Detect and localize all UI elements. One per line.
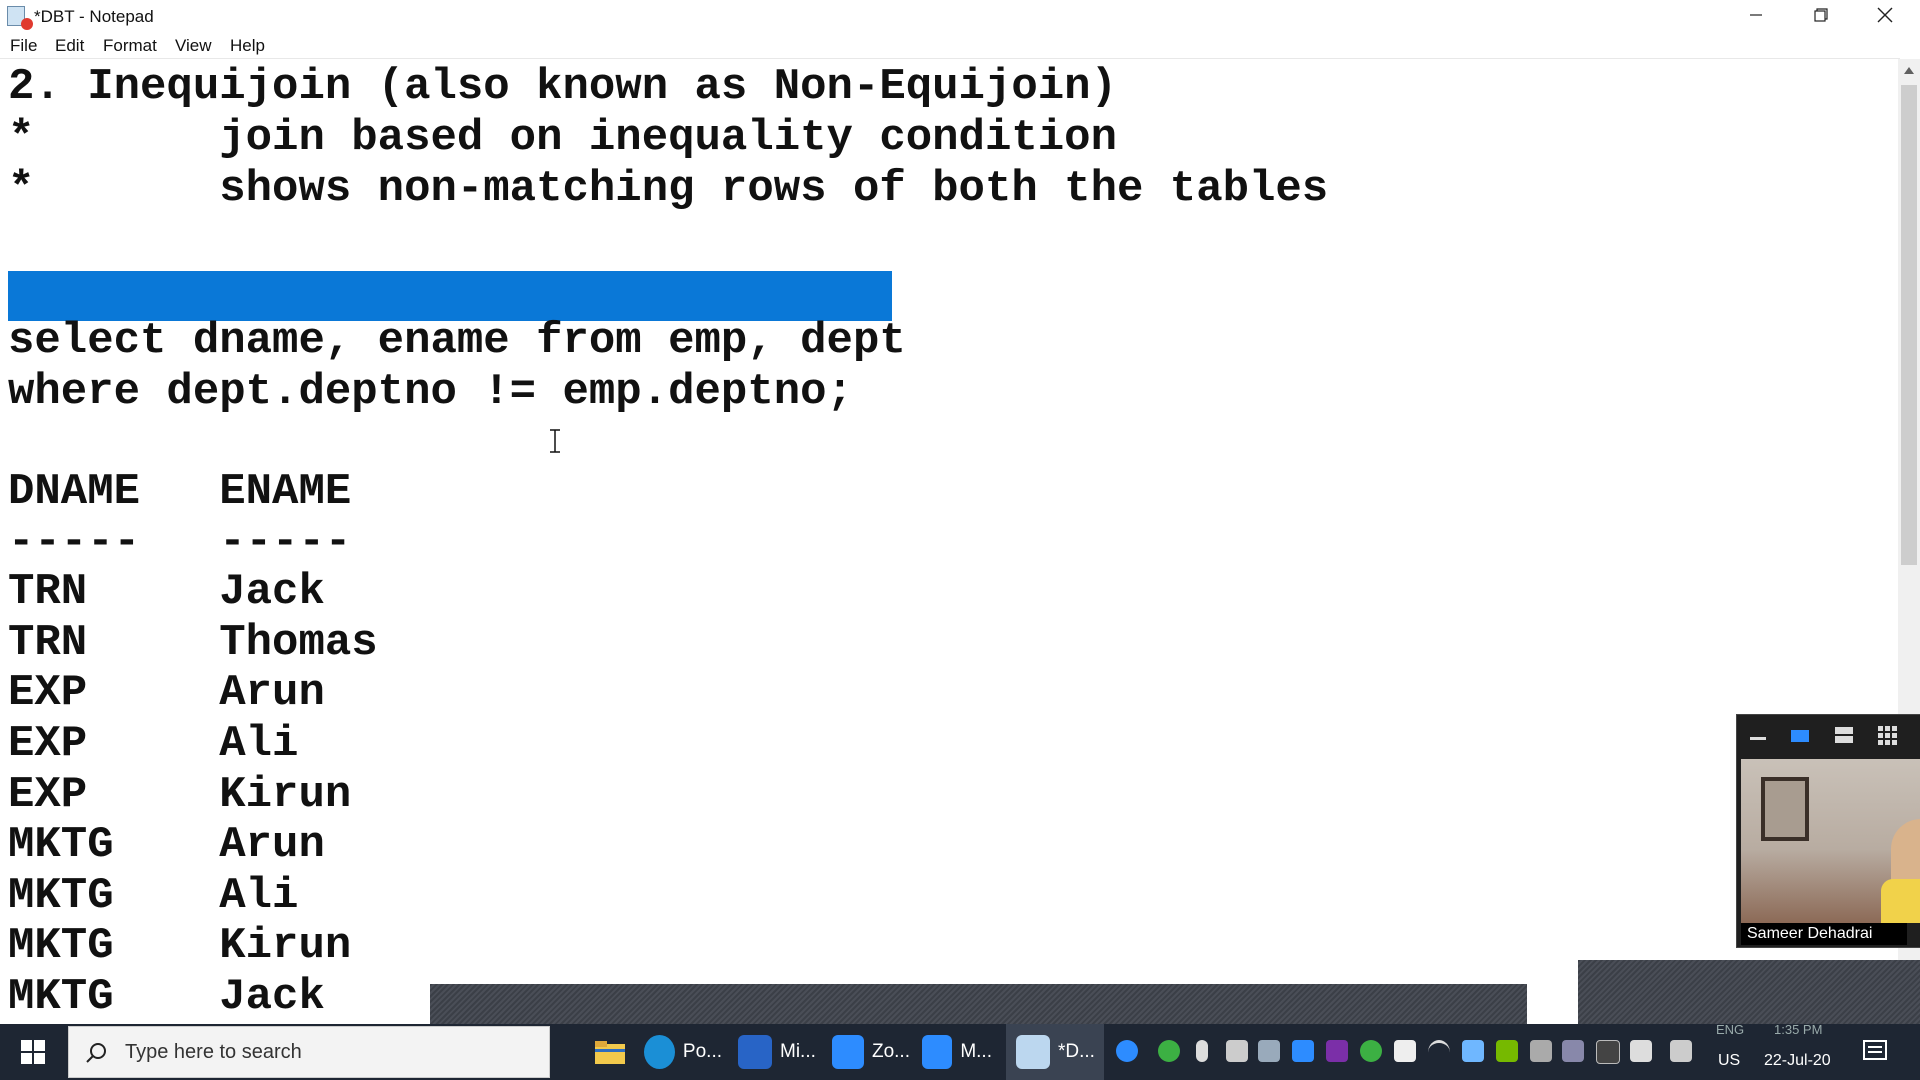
menu-help[interactable]: Help [230,36,265,56]
taskbar-app-notepad[interactable]: *D... [1006,1024,1104,1080]
editor-line: EXP Ali [8,719,299,769]
taskbar-app-edge[interactable]: Po... [644,1024,722,1080]
nvidia-icon[interactable] [1496,1040,1518,1062]
file-explorer-button[interactable] [588,1024,632,1080]
editor-line: MKTG Ali [8,871,299,921]
menu-edit[interactable]: Edit [55,36,84,56]
whiteboard-icon [738,1035,772,1069]
participant-video [1741,759,1920,923]
minimize-video-icon[interactable] [1747,725,1769,745]
menu-format[interactable]: Format [103,36,157,56]
windows-logo-icon [21,1040,45,1064]
editor-line: TRN Thomas [8,618,378,668]
storage-icon[interactable] [1530,1040,1552,1062]
editor-line: EXP Kirun [8,770,352,820]
zoom-tray-icon[interactable] [1292,1040,1314,1062]
taskbar-app-label: M... [960,1041,992,1062]
notification-icon[interactable] [1862,1038,1888,1064]
participant-shirt [1881,879,1920,923]
taskbar-app-whiteboard[interactable]: Mi... [738,1024,816,1080]
security-check-icon[interactable] [1158,1040,1180,1062]
clock-time[interactable]: 1:35 PM [1774,1022,1822,1037]
wifi-icon[interactable] [1428,1040,1450,1065]
pen-workspace-icon[interactable] [1670,1040,1692,1062]
scroll-up-arrow-icon[interactable] [1904,67,1914,74]
window-title: *DBT - Notepad [34,7,154,26]
editor-line: where dept.deptno != emp.deptno; [8,367,853,417]
bluetooth-icon[interactable] [1596,1040,1620,1064]
zoom-panel-toolbar [1737,715,1920,757]
menu-file[interactable]: File [10,36,37,56]
restore-icon [1814,8,1828,22]
notepad-app-icon[interactable] [7,6,33,30]
taskbar-app-label: Po... [682,1041,722,1062]
menu-bar: File Edit Format View Help [0,34,1920,58]
start-button[interactable] [0,1024,66,1080]
xbox-icon[interactable] [1360,1040,1382,1062]
editor-line: select dname, ename from emp, dept [8,316,906,366]
help-icon[interactable] [1116,1040,1138,1062]
edge-icon [644,1035,675,1069]
text-editor[interactable]: 2. Inequijoin (also known as Non-Equijoi… [0,59,1898,1024]
minimize-button[interactable] [1725,0,1787,30]
text-selection [8,271,892,321]
editor-line: TRN Jack [8,567,325,617]
participant-name: Sameer Dehadrai [1741,923,1907,945]
editor-line-selected: * used in EXCEPTION REPORTS [8,215,880,265]
pen-icon[interactable] [1562,1040,1584,1062]
folder-icon [595,1041,625,1064]
search-placeholder: Type here to search [125,1041,302,1063]
share-overlay-bar [1578,960,1920,1024]
snowflake-icon[interactable] [1462,1040,1484,1062]
wall-picture [1761,777,1809,841]
minimize-icon [1750,14,1762,16]
zoom-video-panel[interactable]: Sameer Dehadrai [1736,714,1920,948]
editor-line: MKTG Arun [8,820,325,870]
battery-icon[interactable] [1226,1040,1248,1062]
editor-line: * join based on inequality condition [8,113,1117,163]
microphone-icon[interactable] [1196,1040,1208,1062]
gallery-view-icon[interactable] [1877,725,1899,745]
scrollbar-thumb[interactable] [1901,85,1917,565]
language-region[interactable]: US [1718,1052,1740,1070]
language-top[interactable]: ENG [1716,1022,1744,1037]
taskbar-app-zoom[interactable]: Zo... [832,1024,910,1080]
text-cursor-icon [550,429,560,453]
stacked-view-icon[interactable] [1833,725,1855,745]
share-overlay-bar [430,984,1527,1024]
close-button[interactable] [1854,0,1916,30]
steam-icon[interactable] [1258,1040,1280,1062]
shield-icon[interactable] [1394,1040,1416,1062]
clock-date[interactable]: 22-Jul-20 [1764,1052,1831,1070]
volume-icon[interactable] [1630,1040,1652,1062]
restore-button[interactable] [1790,0,1852,30]
editor-line: MKTG Kirun [8,921,352,971]
active-speaker-icon[interactable] [1789,725,1811,745]
notepad-icon [1016,1035,1050,1069]
zoom-icon [832,1035,864,1069]
onenote-icon[interactable] [1326,1040,1348,1062]
taskbar-app-label: Zo... [871,1041,910,1062]
editor-line: ----- ----- [8,517,352,567]
taskbar-app-label: Mi... [780,1041,816,1062]
editor-line: EXP Arun [8,668,325,718]
taskbar-search-input[interactable]: Type here to search [68,1026,550,1078]
title-bar: *DBT - Notepad [0,0,1920,34]
taskbar: Type here to search Po... Mi... Zo... M.… [0,1022,1920,1080]
editor-line: * shows non-matching rows of both the ta… [8,164,1329,214]
editor-line: DNAME ENAME [8,467,352,517]
close-icon [1877,7,1893,23]
editor-line: MKTG Jack [8,972,325,1022]
menu-view[interactable]: View [175,36,212,56]
editor-line: 2. Inequijoin (also known as Non-Equijoi… [8,62,1117,112]
search-icon [86,1043,106,1063]
taskbar-app-zoom-meeting[interactable]: M... [922,1024,992,1080]
zoom-meeting-icon [922,1035,953,1069]
taskbar-app-label: *D... [1058,1041,1095,1062]
